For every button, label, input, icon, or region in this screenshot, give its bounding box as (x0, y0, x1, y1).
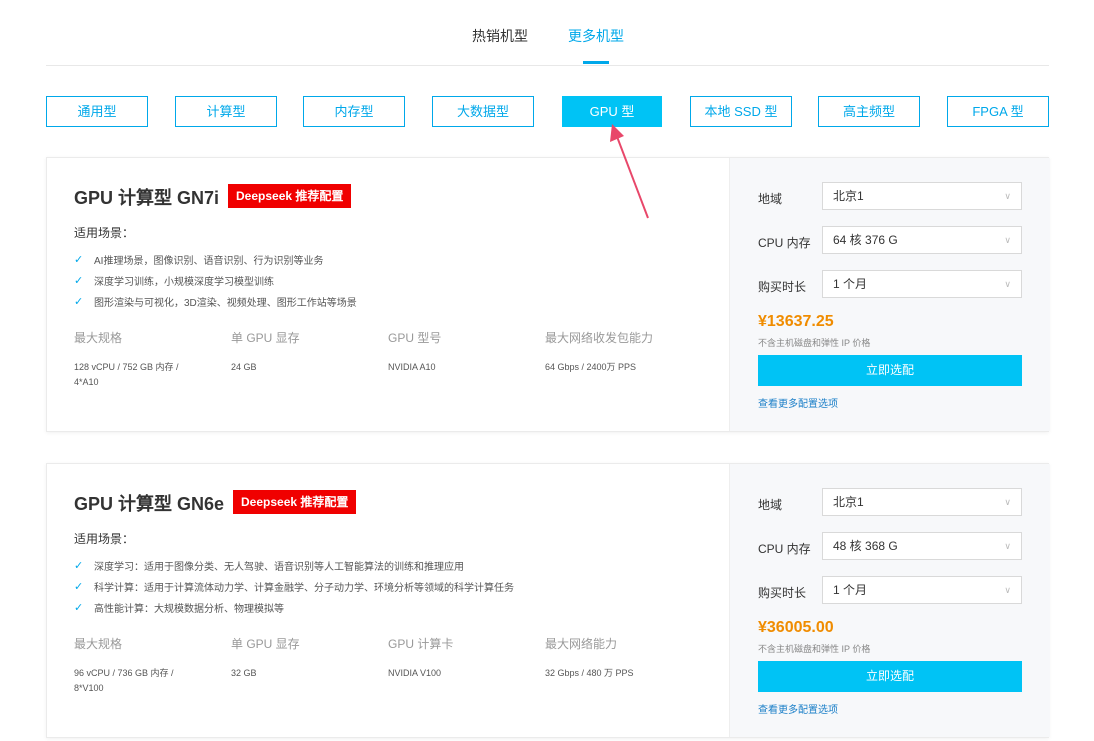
region-value: 北京1 (833, 495, 864, 509)
scene-list: ✓ AI推理场景，图像识别、语音识别、行为识别等业务 ✓ 深度学习训练，小规模深度学… (74, 249, 357, 312)
scene-item: ✓ 深度学习训练，小规模深度学习模型训练 (74, 270, 357, 291)
spec-gpu-memory: 单 GPU 显存 32 GB (231, 635, 381, 681)
price: ¥36005.00 (758, 619, 834, 636)
scene-item: ✓ AI推理场景，图像识别、语音识别、行为识别等业务 (74, 249, 357, 270)
scene-item: ✓ 图形渲染与可视化，3D渲染、视频处理、图形工作站等场景 (74, 291, 357, 312)
scene-list: ✓ 深度学习：适用于图像分类、无人驾驶、语音识别等人工智能算法的训练和推理应用 ✓… (74, 555, 514, 618)
region-select[interactable]: 北京1 ∨ (822, 488, 1022, 516)
spec-key: 最大网络收发包能力 (545, 331, 654, 345)
chevron-down-icon: ∨ (1004, 235, 1011, 245)
spec-value: 64 Gbps / 2400万 PPS (545, 362, 637, 372)
spec-network: 最大网络收发包能力 64 Gbps / 2400万 PPS (545, 329, 725, 375)
spec-max-config: 最大规格 128 vCPU / 752 GB 内存 / 4*A10 (74, 329, 199, 390)
cpu-memory-select[interactable]: 64 核 376 G ∨ (822, 226, 1022, 254)
spec-key: 最大规格 (74, 331, 123, 345)
scene-item: ✓ 高性能计算：大规模数据分析、物理模拟等 (74, 597, 514, 618)
spec-value: 96 vCPU / 736 GB 内存 / 8*V100 (74, 668, 174, 693)
check-icon: ✓ (74, 275, 84, 287)
spec-key: 最大规格 (74, 637, 123, 651)
category-high-frequency[interactable]: 高主频型 (818, 96, 920, 127)
tab-hot-models[interactable]: 热销机型 (472, 26, 528, 46)
scene-text: 科学计算：适用于计算流体动力学、计算金融学、分子动力学、环境分析等领域的科学计算… (94, 583, 514, 594)
region-label: 地域 (758, 498, 783, 512)
duration-select[interactable]: 1 个月 ∨ (822, 270, 1022, 298)
chevron-down-icon: ∨ (1004, 585, 1011, 595)
scene-text: 深度学习训练，小规模深度学习模型训练 (94, 277, 274, 288)
card-title: GPU 计算型 GN6e (74, 494, 225, 514)
scene-label: 适用场景： (74, 532, 135, 546)
check-icon: ✓ (74, 254, 84, 266)
duration-label: 购买时长 (758, 586, 807, 600)
category-fpga[interactable]: FPGA 型 (947, 96, 1049, 127)
duration-label: 购买时长 (758, 280, 807, 294)
scene-text: 深度学习：适用于图像分类、无人驾驶、语音识别等人工智能算法的训练和推理应用 (94, 562, 464, 573)
spec-value: 32 Gbps / 480 万 PPS (545, 668, 634, 678)
category-general[interactable]: 通用型 (46, 96, 148, 127)
active-tab-indicator (583, 61, 609, 64)
category-local-ssd[interactable]: 本地 SSD 型 (690, 96, 792, 127)
spec-key: 单 GPU 显存 (231, 331, 300, 345)
spec-network: 最大网络能力 32 Gbps / 480 万 PPS (545, 635, 725, 681)
recommend-badge: Deepseek 推荐配置 (233, 490, 357, 514)
purchase-panel: 地域 北京1 ∨ CPU 内存 48 核 368 G ∨ 购买时长 1 个月 ∨ ¥3… (729, 464, 1050, 737)
chevron-down-icon: ∨ (1004, 541, 1011, 551)
check-icon: ✓ (74, 296, 84, 308)
spec-value: 128 vCPU / 752 GB 内存 / 4*A10 (74, 362, 179, 387)
spec-value: 32 GB (231, 668, 257, 678)
annotation-arrow-icon (610, 124, 649, 219)
cpu-memory-select[interactable]: 48 核 368 G ∨ (822, 532, 1022, 560)
spec-key: 最大网络能力 (545, 637, 618, 651)
spec-gpu-model: GPU 型号 NVIDIA A10 (388, 329, 538, 375)
spec-value: NVIDIA V100 (388, 668, 442, 678)
tab-more-models[interactable]: 更多机型 (568, 26, 624, 46)
recommend-badge: Deepseek 推荐配置 (228, 184, 352, 208)
scene-item: ✓ 深度学习：适用于图像分类、无人驾驶、语音识别等人工智能算法的训练和推理应用 (74, 555, 514, 576)
duration-value: 1 个月 (833, 277, 868, 291)
region-value: 北京1 (833, 189, 864, 203)
spec-value: 24 GB (231, 362, 257, 372)
spec-key: GPU 型号 (388, 331, 442, 345)
configure-now-button[interactable]: 立即选配 (758, 355, 1022, 386)
purchase-panel: 地域 北京1 ∨ CPU 内存 64 核 376 G ∨ 购买时长 1 个月 ∨ ¥1… (729, 158, 1050, 431)
spec-gpu-card: GPU 计算卡 NVIDIA V100 (388, 635, 538, 681)
machine-type-tabs: 热销机型 更多机型 (46, 0, 1049, 66)
price-note: 不含主机磁盘和弹性 IP 价格 (758, 338, 871, 348)
cpu-memory-value: 48 核 368 G (833, 539, 898, 553)
cpu-memory-label: CPU 内存 (758, 236, 811, 250)
scene-text: 图形渲染与可视化，3D渲染、视频处理、图形工作站等场景 (94, 298, 357, 309)
card-title: GPU 计算型 GN7i (74, 188, 220, 208)
product-card-gn7i: GPU 计算型 GN7i Deepseek 推荐配置 适用场景： ✓ AI推理场景… (46, 157, 1050, 432)
more-options-link[interactable]: 查看更多配置选项 (758, 395, 838, 410)
scene-text: 高性能计算：大规模数据分析、物理模拟等 (94, 604, 284, 615)
price: ¥13637.25 (758, 313, 834, 330)
spec-gpu-memory: 单 GPU 显存 24 GB (231, 329, 381, 375)
category-big-data[interactable]: 大数据型 (432, 96, 534, 127)
duration-select[interactable]: 1 个月 ∨ (822, 576, 1022, 604)
cpu-memory-label: CPU 内存 (758, 542, 811, 556)
spec-key: 单 GPU 显存 (231, 637, 300, 651)
product-card-gn6e: GPU 计算型 GN6e Deepseek 推荐配置 适用场景： ✓ 深度学习：适… (46, 463, 1050, 738)
check-icon: ✓ (74, 560, 84, 572)
region-label: 地域 (758, 192, 783, 206)
spec-value: NVIDIA A10 (388, 362, 436, 372)
price-note: 不含主机磁盘和弹性 IP 价格 (758, 644, 871, 654)
chevron-down-icon: ∨ (1004, 497, 1011, 507)
configure-now-button[interactable]: 立即选配 (758, 661, 1022, 692)
spec-max-config: 最大规格 96 vCPU / 736 GB 内存 / 8*V100 (74, 635, 199, 696)
spec-key: GPU 计算卡 (388, 637, 454, 651)
category-compute[interactable]: 计算型 (175, 96, 277, 127)
scene-item: ✓ 科学计算：适用于计算流体动力学、计算金融学、分子动力学、环境分析等领域的科学计… (74, 576, 514, 597)
cpu-memory-value: 64 核 376 G (833, 233, 898, 247)
check-icon: ✓ (74, 581, 84, 593)
region-select[interactable]: 北京1 ∨ (822, 182, 1022, 210)
duration-value: 1 个月 (833, 583, 868, 597)
chevron-down-icon: ∨ (1004, 191, 1011, 201)
card-details: GPU 计算型 GN6e Deepseek 推荐配置 适用场景： ✓ 深度学习：适… (47, 464, 729, 737)
check-icon: ✓ (74, 602, 84, 614)
more-options-link[interactable]: 查看更多配置选项 (758, 701, 838, 716)
scene-label: 适用场景： (74, 226, 135, 240)
category-memory[interactable]: 内存型 (303, 96, 405, 127)
chevron-down-icon: ∨ (1004, 279, 1011, 289)
scene-text: AI推理场景，图像识别、语音识别、行为识别等业务 (94, 256, 324, 267)
